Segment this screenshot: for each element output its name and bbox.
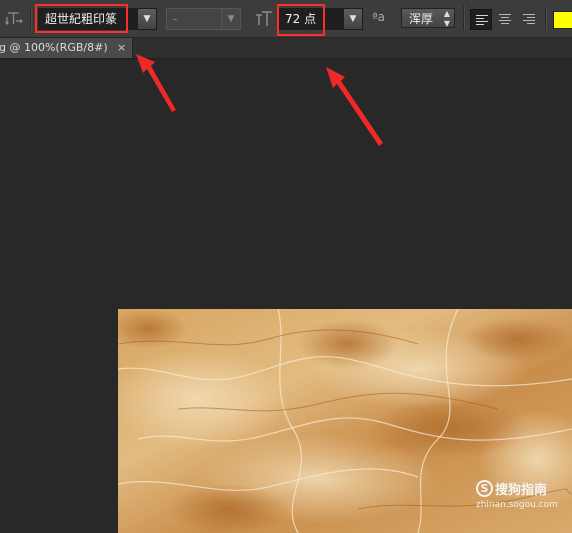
toolbar-separator	[545, 6, 546, 30]
anti-alias-value: 浑厚	[409, 12, 434, 26]
text-orientation-icon[interactable]	[4, 8, 24, 28]
align-left-icon	[476, 15, 488, 25]
align-right-button[interactable]	[518, 9, 540, 30]
align-center-button[interactable]	[494, 9, 516, 30]
toolbar-separator	[463, 6, 464, 30]
font-size-icon	[256, 11, 272, 26]
document-tab-title: pg @ 100%(RGB/8#)	[0, 41, 108, 54]
close-icon[interactable]: ×	[117, 38, 126, 58]
document-tab[interactable]: pg @ 100%(RGB/8#) ×	[0, 38, 133, 58]
font-family-highlight-box	[35, 4, 128, 33]
options-bar: 超世紀粗印篆 ▼ - ▼ 72 点 ▼ ªa 浑厚 ▲ ▼	[0, 0, 572, 38]
toolbar-separator	[30, 6, 31, 30]
sogou-watermark: S 搜狗指南 zhinan.sogou.com	[476, 478, 572, 518]
text-color-swatch[interactable]	[553, 11, 572, 29]
sogou-logo-icon: S	[476, 480, 493, 497]
chevron-down-icon[interactable]: ▼	[221, 8, 241, 30]
watermark-url: zhinan.sogou.com	[476, 500, 558, 510]
document-tab-bar: pg @ 100%(RGB/8#) ×	[0, 38, 572, 59]
chevron-down-icon[interactable]: ▼	[137, 8, 157, 30]
font-size-highlight-box	[277, 4, 325, 36]
up-down-arrows-icon: ▲ ▼	[443, 9, 450, 28]
anti-alias-select[interactable]: 浑厚 ▲ ▼	[401, 8, 455, 28]
anti-alias-icon: ªa	[372, 10, 386, 24]
align-right-icon	[523, 14, 535, 24]
watermark-brand: 搜狗指南	[495, 483, 548, 498]
align-center-icon	[499, 14, 511, 24]
align-left-button[interactable]	[470, 9, 492, 30]
chevron-down-icon[interactable]: ▼	[343, 8, 363, 30]
font-style-field[interactable]: -	[166, 8, 226, 30]
